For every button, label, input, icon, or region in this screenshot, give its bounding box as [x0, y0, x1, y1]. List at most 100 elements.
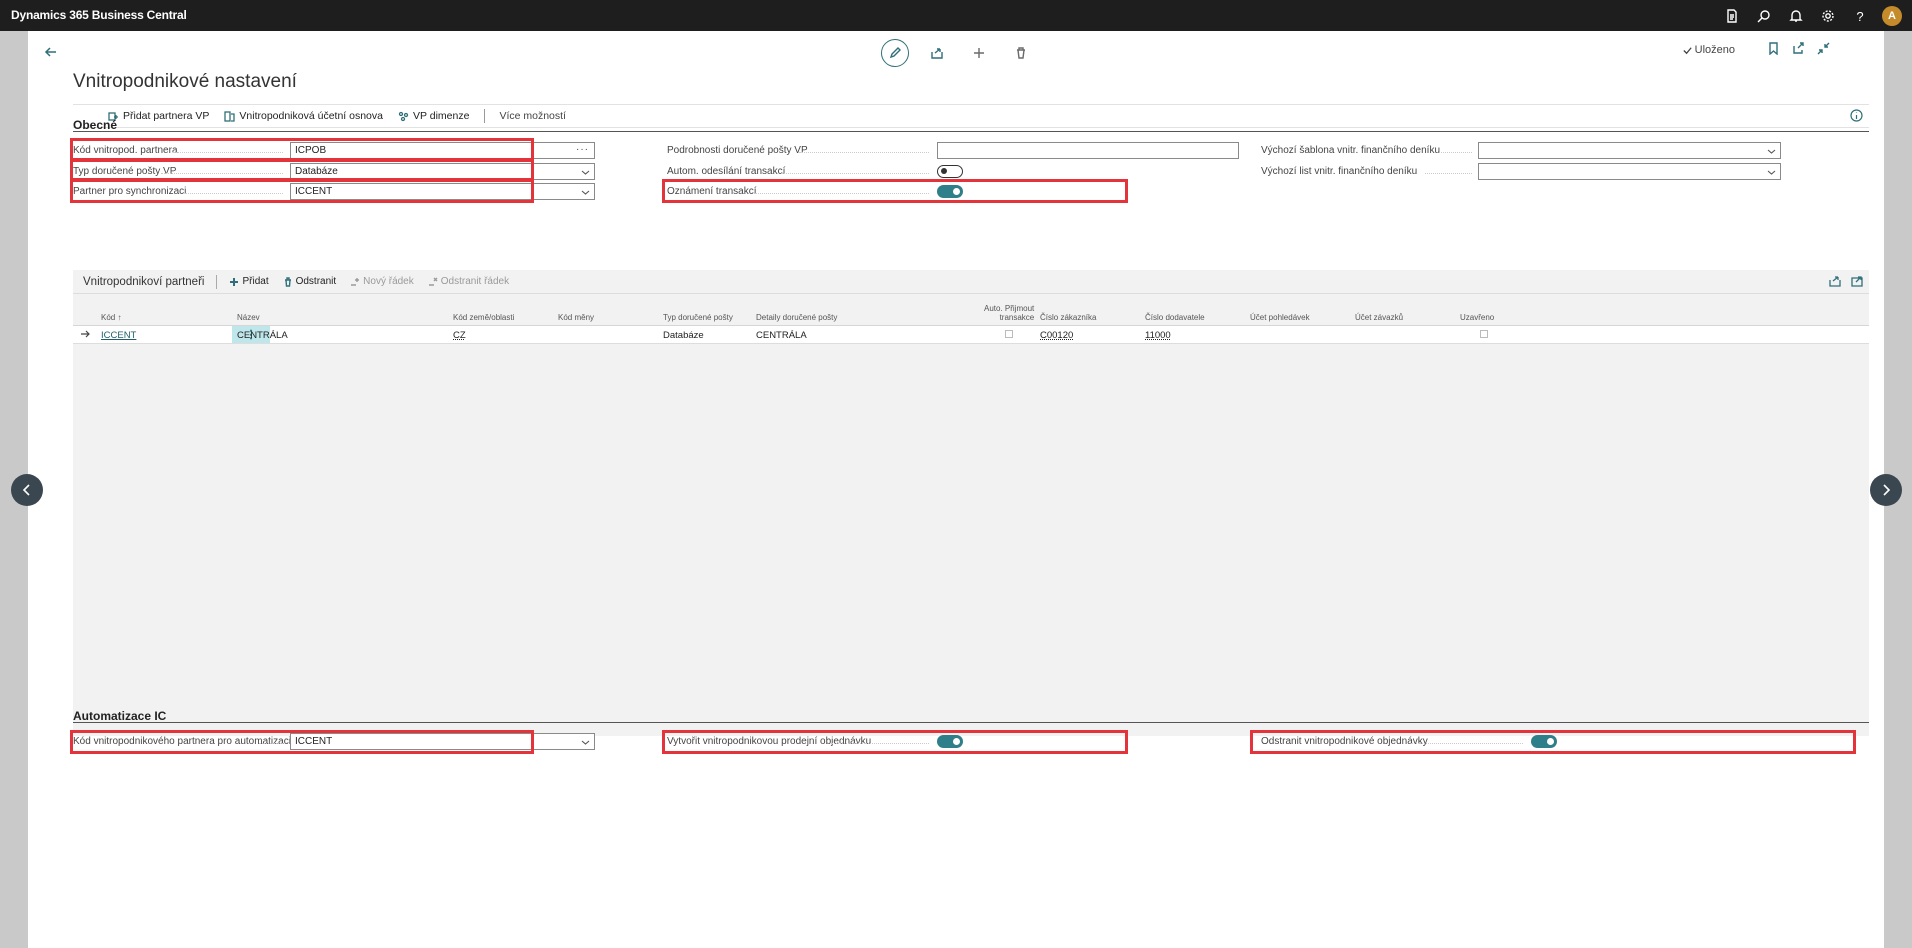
grid-header: Kód ↑ Název Kód země/oblasti Kód měny Ty…	[73, 304, 1869, 326]
edit-button[interactable]	[881, 39, 909, 67]
new-button[interactable]	[965, 39, 993, 67]
ic-partner-code-label: Kód vnitropod. partnera	[73, 145, 178, 156]
ic-inbox-type-select[interactable]: Databáze	[290, 163, 595, 180]
previous-record-button[interactable]	[11, 474, 43, 506]
more-options-action[interactable]: Více možností	[499, 110, 566, 122]
open-new-window-icon	[1793, 42, 1804, 54]
lookup-ellipsis-icon[interactable]: ···	[576, 144, 589, 155]
help-icon[interactable]: ?	[1844, 5, 1876, 27]
auto-send-toggle[interactable]	[937, 165, 963, 178]
col-inbox-type[interactable]: Typ doručené pošty	[663, 313, 733, 322]
share-icon	[931, 48, 943, 59]
ic-partner-code-value: ICPOB	[295, 145, 327, 156]
delete-partner-line-label: Odstranit	[295, 276, 337, 287]
default-template-select[interactable]	[1478, 142, 1781, 159]
delete-orders-toggle[interactable]	[1531, 735, 1557, 748]
ic-inbox-details-input[interactable]	[937, 142, 1239, 159]
label-leader	[161, 173, 283, 174]
general-section-title[interactable]: Obecné	[73, 118, 117, 132]
ic-chart-of-accounts-action[interactable]: Vnitropodniková účetní osnova	[224, 110, 383, 122]
automation-partner-select[interactable]: ICCENT	[290, 733, 595, 750]
pencil-icon	[889, 47, 901, 59]
notify-transactions-label: Oznámení transakcí	[667, 186, 757, 197]
ic-inbox-type-field: Typ doručené pošty VP Databáze	[73, 162, 595, 182]
col-blocked[interactable]: Uzavřeno	[1460, 313, 1494, 322]
default-batch-label: Výchozí list vnitr. finančního deníku	[1261, 166, 1418, 177]
ic-partners-title[interactable]: Vnitropodnikoví partneři	[83, 276, 204, 288]
info-icon[interactable]	[1850, 109, 1863, 125]
ic-dimensions-action[interactable]: VP dimenze	[398, 110, 469, 122]
ic-inbox-type-value: Databáze	[295, 166, 338, 177]
col-receivables[interactable]: Účet pohledávek	[1250, 313, 1310, 322]
create-sales-order-toggle[interactable]	[937, 735, 963, 748]
notify-transactions-toggle[interactable]	[937, 185, 963, 198]
check-icon	[1683, 46, 1692, 54]
col-currency[interactable]: Kód měny	[558, 313, 594, 322]
ic-inbox-type-label: Typ doručené pošty VP	[73, 166, 177, 177]
delete-line-label: Odstranit řádek	[440, 276, 510, 287]
label-leader	[799, 152, 929, 153]
delete-button[interactable]	[1007, 39, 1035, 67]
open-new-window-button[interactable]	[1792, 42, 1805, 58]
col-payables[interactable]: Účet závazků	[1355, 313, 1403, 322]
col-auto-accept-line2: transakce	[999, 313, 1035, 322]
table-row[interactable]: ICCENT ⋮ CENTRÁLA CZ Databáze CENTRÁLA C…	[73, 326, 1869, 344]
col-customer-no[interactable]: Číslo zákazníka	[1040, 313, 1096, 322]
auto-send-field: Autom. odesílání transakcí	[667, 162, 1129, 182]
app-title[interactable]: Dynamics 365 Business Central	[11, 8, 187, 22]
cell-name[interactable]: CENTRÁLA	[237, 330, 288, 341]
ic-dimensions-label: VP dimenze	[413, 110, 470, 122]
new-line-button[interactable]: Nový řádek	[350, 276, 414, 287]
delete-line-icon	[428, 277, 438, 286]
search-icon[interactable]	[1748, 5, 1780, 27]
delete-orders-field: Odstranit vnitropodnikové objednávky	[1261, 732, 1869, 752]
cell-customer-no[interactable]: C00120	[1040, 330, 1073, 341]
back-button[interactable]	[37, 38, 65, 66]
cell-blocked-checkbox[interactable]	[1480, 330, 1488, 338]
sync-partner-select[interactable]: ICCENT	[290, 183, 595, 200]
plus-icon	[974, 48, 984, 58]
saved-label: Uloženo	[1694, 44, 1735, 56]
chart-of-accounts-icon	[224, 110, 236, 122]
sync-partner-value: ICCENT	[295, 186, 333, 197]
delete-line-button[interactable]: Odstranit řádek	[428, 276, 509, 287]
col-vendor-no[interactable]: Číslo dodavatele	[1145, 313, 1205, 322]
cell-inbox-type[interactable]: Databáze	[663, 330, 704, 341]
col-inbox-details[interactable]: Detaily doručené pošty	[756, 313, 837, 322]
chevron-down-icon	[1767, 168, 1776, 175]
back-arrow-icon	[44, 47, 56, 57]
ic-partner-code-field: Kód vnitropod. partnera ICPOB ···	[73, 141, 595, 161]
default-batch-select[interactable]	[1478, 163, 1781, 180]
cell-inbox-details[interactable]: CENTRÁLA	[756, 330, 807, 341]
label-leader	[185, 193, 283, 194]
cell-vendor-no[interactable]: 11000	[1145, 330, 1171, 341]
col-code[interactable]: Kód ↑	[101, 313, 121, 322]
share-button[interactable]	[923, 39, 951, 67]
collapse-button[interactable]	[1817, 42, 1830, 58]
col-name[interactable]: Název	[237, 313, 260, 322]
cell-code[interactable]: ICCENT	[101, 330, 136, 341]
delete-partner-line-button[interactable]: Odstranit	[283, 276, 337, 287]
automation-section-title[interactable]: Automatizace IC	[73, 709, 166, 723]
ic-partners-part: Vnitropodnikoví partneři Přidat Odstrani…	[73, 270, 1869, 736]
label-leader	[781, 173, 929, 174]
chevron-right-icon	[1883, 484, 1891, 496]
add-partner-line-button[interactable]: Přidat	[229, 276, 269, 287]
share-icon[interactable]	[1829, 275, 1841, 287]
col-country[interactable]: Kód země/oblasti	[453, 313, 514, 322]
gear-icon[interactable]	[1812, 5, 1844, 27]
col-auto-accept[interactable]: Auto. Přijmout transakce	[984, 304, 1034, 322]
bell-icon[interactable]	[1780, 5, 1812, 27]
cell-auto-accept-checkbox[interactable]	[1005, 330, 1013, 338]
avatar[interactable]: A	[1882, 6, 1902, 26]
bookmark-button[interactable]	[1767, 42, 1780, 58]
cell-country[interactable]: CZ	[453, 330, 466, 341]
right-tools: Uloženo	[1682, 42, 1830, 58]
expand-icon[interactable]	[1851, 275, 1863, 287]
automation-partner-field: Kód vnitropodnikového partnera pro autom…	[73, 732, 595, 752]
add-ic-partner-action[interactable]: Přidat partnera VP	[108, 110, 209, 122]
ic-partner-code-input[interactable]: ICPOB ···	[290, 142, 595, 159]
next-record-button[interactable]	[1870, 474, 1902, 506]
notes-icon[interactable]	[1716, 5, 1748, 27]
top-bar: Dynamics 365 Business Central ? A	[0, 0, 1912, 31]
